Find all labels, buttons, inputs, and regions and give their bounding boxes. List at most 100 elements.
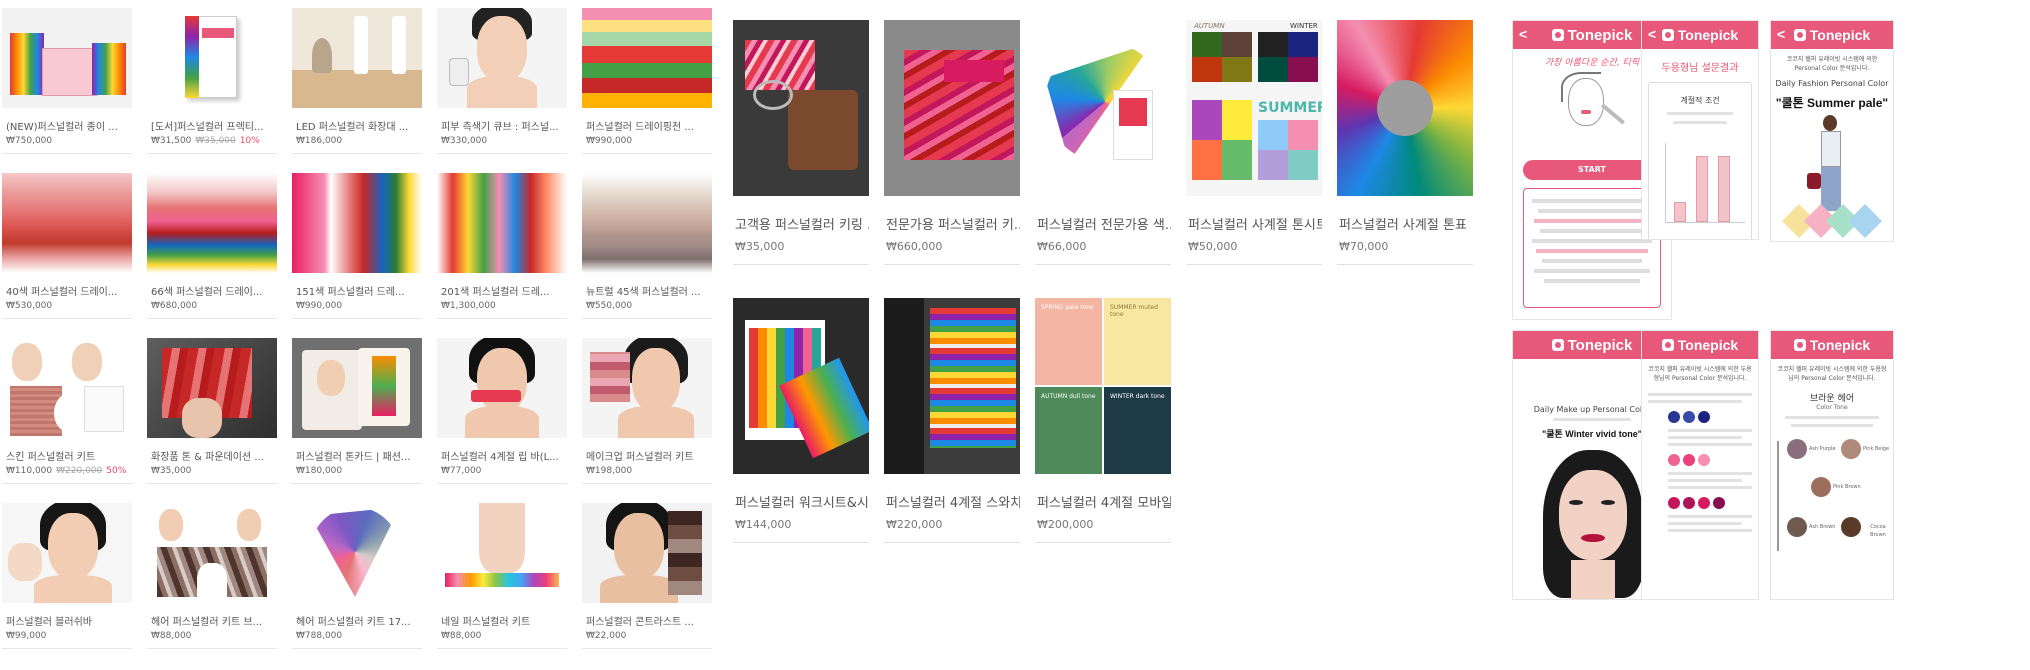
product-name: 헤어 퍼스널컬러 키트 브...: [151, 617, 263, 628]
divider: [1186, 264, 1322, 265]
divider: [884, 264, 1020, 265]
result-value: "쿨톤 Summer pale": [1775, 96, 1889, 110]
product-card[interactable]: 고객용 퍼스널컬러 키링 ... ₩35,000: [733, 20, 869, 265]
product-card[interactable]: 퍼스널컬러 사계절 톤표 ₩70,000: [1337, 20, 1473, 265]
product-image: [1035, 20, 1171, 196]
divider: [147, 483, 277, 484]
product-price: ₩1,300,000: [441, 301, 496, 311]
product-card[interactable]: LED 퍼스널컬러 화장대 ... ₩186,000: [292, 8, 422, 160]
app-screen-fashion-result: < Tonepick 코코지 헬퍼 유레이빗 시스템에 의한 Personal …: [1770, 20, 1894, 242]
product-image: [147, 338, 277, 438]
product-card[interactable]: (NEW)퍼스널컬러 종이 ... ₩750,000: [2, 8, 132, 160]
product-image: [2, 503, 132, 603]
back-icon[interactable]: <: [1777, 26, 1785, 42]
product-image: [884, 298, 1020, 474]
product-price: ₩88,000: [151, 631, 192, 641]
product-name: 퍼스널컬러 사계절 톤시트: [1188, 218, 1322, 233]
divider: [582, 648, 712, 649]
product-name: LED 퍼스널컬러 화장대 ...: [296, 122, 409, 133]
product-price: ₩550,000: [586, 301, 633, 311]
product-price: ₩22,000: [586, 631, 627, 641]
product-price: ₩788,000: [296, 631, 343, 641]
product-image: [437, 503, 567, 603]
product-card[interactable]: 퍼스널컬러 4계절 스와치... ₩220,000: [884, 298, 1020, 543]
product-card[interactable]: 퍼스널컬러 콘트라스트 ... ₩22,000: [582, 503, 712, 655]
product-image: [733, 20, 869, 196]
product-price: ₩144,000: [735, 518, 792, 531]
product-price: ₩110,000 ₩220,000 50%: [6, 466, 127, 476]
app-title: Tonepick: [1677, 27, 1739, 43]
product-name: 퍼스널컬러 워크시트&시...: [735, 496, 869, 511]
product-price: ₩88,000: [441, 631, 482, 641]
app-title: Tonepick: [1809, 27, 1871, 43]
product-image: [2, 338, 132, 438]
product-card[interactable]: 퍼스널컬러 톤카드 | 패션... ₩180,000: [292, 338, 422, 490]
product-image: [292, 503, 422, 603]
product-card[interactable]: 151색 퍼스널컬러 드레... ₩990,000: [292, 173, 422, 325]
product-card[interactable]: 전문가용 퍼스널컬러 키... ₩660,000: [884, 20, 1020, 265]
product-image: [2, 8, 132, 108]
product-card[interactable]: [도서]퍼스널컬러 프렉티... ₩31,500 ₩35,000 10%: [147, 8, 277, 160]
product-card[interactable]: 퍼스널컬러 전문가용 색... ₩66,000: [1035, 20, 1171, 265]
product-card[interactable]: 퍼스널컬러 드레이핑천 ... ₩990,000: [582, 8, 712, 160]
product-price: ₩70,000: [1339, 240, 1389, 253]
product-price: ₩77,000: [441, 466, 482, 476]
app-screen-hair-color: Tonepick 코코지 헬퍼 유레이빗 시스템에 의한 두용형님의 Perso…: [1770, 330, 1894, 600]
product-card[interactable]: 메이크업 퍼스널컬러 키트 ₩198,000: [582, 338, 712, 490]
app-screen-color-palette: Tonepick 코코지 헬퍼 유레이빗 시스템에 의한 두용형님의 Perso…: [1641, 330, 1759, 600]
product-card[interactable]: 피부 측색기 큐브 : 퍼스널... ₩330,000: [437, 8, 567, 160]
product-card[interactable]: AUTUMN WINTER SUMMER 퍼스널컬러 사계절 톤시트 ₩50,0…: [1186, 20, 1322, 265]
divider: [582, 153, 712, 154]
divider: [147, 648, 277, 649]
product-card[interactable]: 헤어 퍼스널컬러 키트 브... ₩88,000: [147, 503, 277, 655]
divider: [292, 648, 422, 649]
product-price: ₩680,000: [151, 301, 198, 311]
product-price: ₩180,000: [296, 466, 343, 476]
divider: [437, 153, 567, 154]
divider: [1035, 264, 1171, 265]
product-card[interactable]: 퍼스널컬러 워크시트&시... ₩144,000: [733, 298, 869, 543]
product-price: ₩35,000: [735, 240, 785, 253]
analysis-intro: 코코지 헬퍼 유레이빗 시스템에 의한 Personal Color 분석입니다…: [1786, 56, 1878, 72]
product-price: ₩99,000: [6, 631, 47, 641]
product-price: ₩200,000: [1037, 518, 1094, 531]
product-card[interactable]: 헤어 퍼스널컬러 키트 17... ₩788,000: [292, 503, 422, 655]
product-card[interactable]: 스킨 퍼스널컬러 키트 ₩110,000 ₩220,000 50%: [2, 338, 132, 490]
product-card[interactable]: 퍼스널컬러 4계절 립 바(L... ₩77,000: [437, 338, 567, 490]
product-price: ₩50,000: [1188, 240, 1238, 253]
product-name: 퍼스널컬러 4계절 립 바(L...: [441, 452, 559, 463]
product-image: [2, 173, 132, 273]
product-card[interactable]: 40색 퍼스널컬러 드레이... ₩530,000: [2, 173, 132, 325]
tonepick-logo-icon: [1661, 29, 1674, 41]
product-name: 헤어 퍼스널컬러 키트 17...: [296, 617, 411, 628]
product-image: [884, 20, 1020, 196]
product-card[interactable]: 네일 퍼스널컬러 키트 ₩88,000: [437, 503, 567, 655]
product-image: [582, 8, 712, 108]
product-image: [437, 8, 567, 108]
app-title: Tonepick: [1677, 337, 1739, 353]
product-name: 화장품 톤 & 파운데이션 ...: [151, 452, 264, 463]
product-name: 퍼스널컬러 사계절 톤표: [1339, 218, 1467, 233]
back-icon[interactable]: <: [1519, 26, 1527, 42]
product-card[interactable]: 66색 퍼스널컬러 드레이... ₩680,000: [147, 173, 277, 325]
divider: [2, 318, 132, 319]
product-card[interactable]: SPRING pale tone SUMMER muted tone AUTUM…: [1035, 298, 1171, 543]
app-header: < Tonepick: [1642, 21, 1758, 49]
divider: [147, 318, 277, 319]
back-icon[interactable]: <: [1648, 26, 1656, 42]
product-price: ₩35,000: [151, 466, 192, 476]
product-card[interactable]: 화장품 톤 & 파운데이션 ... ₩35,000: [147, 338, 277, 490]
product-name: (NEW)퍼스널컬러 종이 ...: [6, 122, 118, 133]
analysis-intro: 코코지 헬퍼 유레이빗 시스템에 의한 두용형님의 Personal Color…: [1777, 366, 1887, 382]
product-card[interactable]: 뉴트럴 45색 퍼스널컬러 ... ₩550,000: [582, 173, 712, 325]
divider: [292, 483, 422, 484]
product-name: 네일 퍼스널컬러 키트: [441, 617, 531, 628]
product-name: 201색 퍼스널컬러 드레...: [441, 287, 550, 298]
product-image: [292, 8, 422, 108]
hair-subtitle: Color Tone: [1816, 404, 1848, 411]
divider: [1035, 542, 1171, 543]
divider: [147, 153, 277, 154]
product-card[interactable]: 201색 퍼스널컬러 드레... ₩1,300,000: [437, 173, 567, 325]
divider: [437, 648, 567, 649]
product-card[interactable]: 퍼스널컬러 블러쉬바 ₩99,000: [2, 503, 132, 655]
